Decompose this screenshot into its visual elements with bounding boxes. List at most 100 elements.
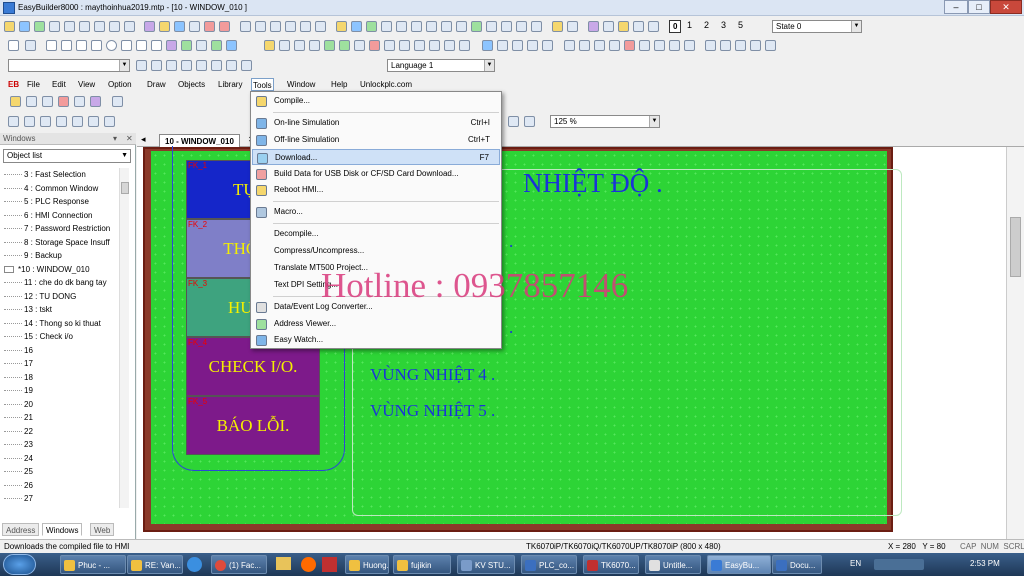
rectangle-icon[interactable] (121, 40, 132, 51)
tree-item[interactable]: 7 : Password Restriction (4, 222, 110, 235)
online-sim-icon[interactable] (351, 21, 362, 32)
tree-item[interactable]: 17 (4, 357, 33, 370)
taskbar-item[interactable]: Phuc - ... (60, 555, 126, 574)
table-icon[interactable] (567, 21, 578, 32)
cut-icon[interactable] (64, 21, 75, 32)
xy-plot-icon[interactable] (542, 40, 553, 51)
meter-icon[interactable] (497, 40, 508, 51)
text-right-icon[interactable] (241, 60, 252, 71)
data-transfer-icon[interactable] (609, 40, 620, 51)
page-button-3[interactable]: 3 (721, 20, 726, 30)
tree-item[interactable]: 22 (4, 425, 33, 438)
menu-item-address-viewer[interactable]: Address Viewer... (252, 316, 500, 332)
font-icon[interactable] (501, 21, 512, 32)
menu-window[interactable]: Window (285, 78, 317, 91)
tree-item[interactable]: 18 (4, 371, 33, 384)
window-icon[interactable] (633, 21, 644, 32)
taskbar-item[interactable]: KV STU... (457, 555, 515, 574)
bit-switch-icon[interactable] (279, 40, 290, 51)
tree-item[interactable]: 11 : che do dk bang tay (4, 276, 107, 289)
menu-item-compress[interactable]: Compress/Uncompress... (252, 243, 500, 259)
align-right-icon[interactable] (300, 21, 311, 32)
lock-icon[interactable] (456, 21, 467, 32)
menu-item-compile[interactable]: Compile... (252, 93, 500, 109)
table-tool-icon[interactable] (196, 40, 207, 51)
print-icon[interactable] (49, 21, 60, 32)
menu-tools[interactable]: Tools (251, 78, 274, 91)
taskbar-item[interactable]: Untitle... (645, 555, 701, 574)
circle-icon[interactable] (106, 40, 117, 51)
flip-h-icon[interactable] (40, 116, 51, 127)
animation-icon[interactable] (459, 40, 470, 51)
stop-icon[interactable] (204, 21, 215, 32)
layer-up-icon[interactable] (426, 21, 437, 32)
scheduler-icon[interactable] (705, 40, 716, 51)
media-icon[interactable] (639, 40, 650, 51)
taskbar-item-active[interactable]: EasyBu... (707, 555, 771, 574)
close-button[interactable]: ✕ (990, 0, 1022, 14)
cross-icon[interactable] (76, 40, 87, 51)
pen-icon[interactable] (240, 21, 251, 32)
function-key-5[interactable]: FK_5 BÁO LỖI. (186, 396, 320, 455)
tree-item[interactable]: 23 (4, 438, 33, 451)
menu-item-offline-simulation[interactable]: Off-line Simulation Ctrl+T (252, 132, 500, 148)
start-button[interactable] (3, 554, 36, 575)
align-icon[interactable] (270, 21, 281, 32)
menu-objects[interactable]: Objects (176, 78, 207, 91)
tree-item[interactable]: 3 : Fast Selection (4, 168, 86, 181)
tree-item-current[interactable]: *10 : WINDOW_010 (4, 263, 90, 276)
frame-icon[interactable] (226, 40, 237, 51)
vnc-icon[interactable] (654, 40, 665, 51)
download-icon[interactable] (381, 21, 392, 32)
tab-windows[interactable]: Windows (42, 523, 83, 536)
polyline-icon[interactable] (61, 40, 72, 51)
note-icon[interactable] (552, 21, 563, 32)
bold-icon[interactable] (136, 60, 147, 71)
same-size-icon[interactable] (104, 116, 115, 127)
fill-color-icon[interactable] (196, 60, 207, 71)
tree-item[interactable]: 19 (4, 384, 33, 397)
bulb-icon[interactable] (159, 21, 170, 32)
curve-icon[interactable] (91, 40, 102, 51)
word-switch-icon[interactable] (309, 40, 320, 51)
event-icon[interactable] (594, 40, 605, 51)
tree-item[interactable]: 15 : Check i/o (4, 330, 73, 343)
editor-scrollbar[interactable] (1006, 147, 1024, 539)
flip-v-icon[interactable] (56, 116, 67, 127)
recipe-icon[interactable] (684, 40, 695, 51)
tree-item[interactable]: 9 : Backup (4, 249, 62, 262)
window-list-icon[interactable] (112, 96, 123, 107)
menu-item-download[interactable]: Download... F7 (252, 149, 500, 165)
group-icon[interactable] (396, 21, 407, 32)
tree-item[interactable]: 27 (4, 492, 33, 505)
line-icon[interactable] (46, 40, 57, 51)
multi-switch-icon[interactable] (354, 40, 365, 51)
tree-item[interactable]: 12 : TU DONG (4, 290, 76, 303)
offline-sim-icon[interactable] (366, 21, 377, 32)
compile-icon[interactable] (336, 21, 347, 32)
menu-item-online-simulation[interactable]: On-line Simulation Ctrl+I (252, 115, 500, 131)
same-height-icon[interactable] (88, 116, 99, 127)
rotate-left-icon[interactable] (8, 116, 19, 127)
chevron-left-icon[interactable]: ◂ (141, 134, 146, 145)
menu-item-macro[interactable]: Macro... (252, 204, 500, 220)
taskbar-item[interactable]: Docu... (772, 555, 822, 574)
text-left-icon[interactable] (211, 60, 222, 71)
rotate-right-icon[interactable] (24, 116, 35, 127)
tree-item[interactable]: 6 : HMI Connection (4, 209, 92, 222)
indirect-icon[interactable] (414, 40, 425, 51)
paste-icon[interactable] (94, 21, 105, 32)
redo-icon[interactable] (124, 21, 135, 32)
folder-icon[interactable] (618, 21, 629, 32)
rotate-icon[interactable] (531, 21, 542, 32)
taskbar-item[interactable]: (1) Fac... (211, 555, 267, 574)
direct-icon[interactable] (429, 40, 440, 51)
copy-icon[interactable] (79, 21, 90, 32)
function-key-icon[interactable] (324, 40, 335, 51)
italic-icon[interactable] (151, 60, 162, 71)
menu-edit[interactable]: Edit (50, 78, 68, 91)
select-icon[interactable] (25, 40, 36, 51)
tray-icons[interactable] (874, 559, 924, 570)
close-icon[interactable]: ✕ (123, 133, 133, 145)
font-color-icon[interactable] (181, 60, 192, 71)
